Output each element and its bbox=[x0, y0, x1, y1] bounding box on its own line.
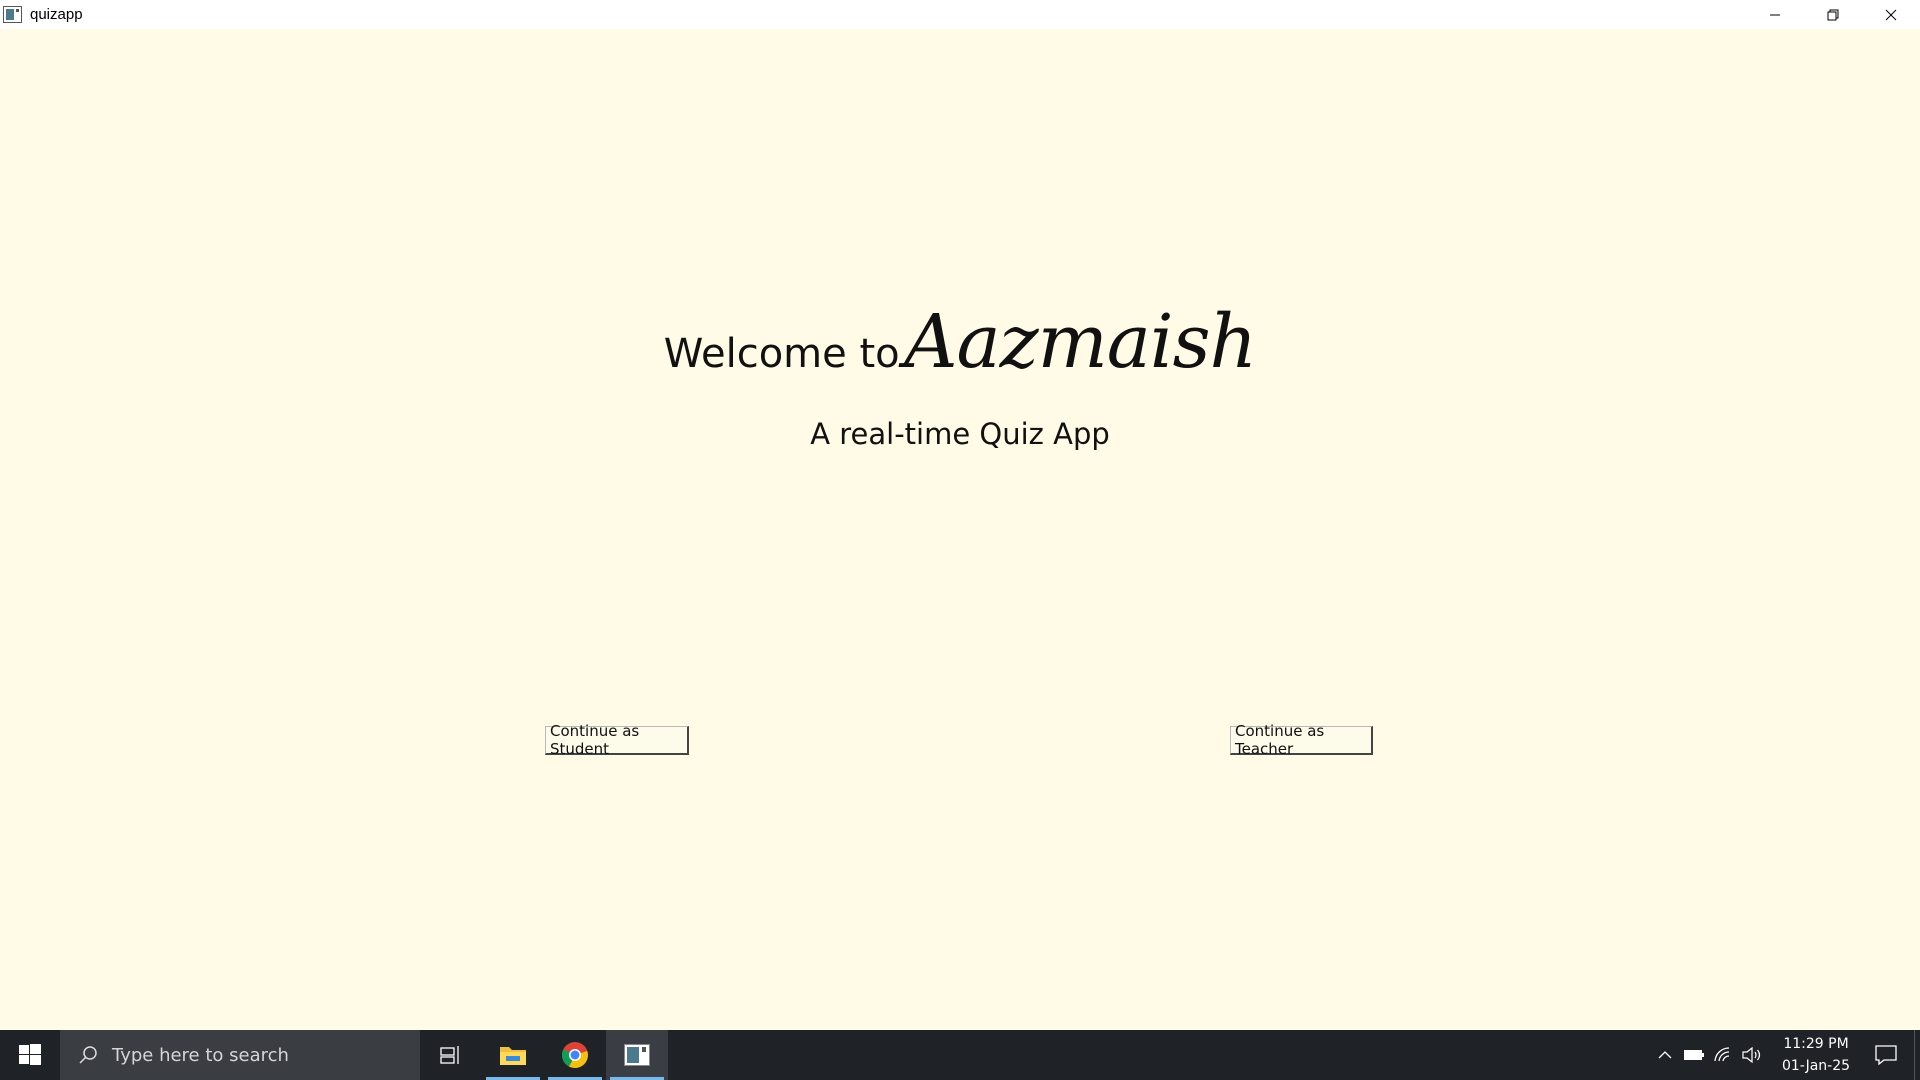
restore-button[interactable] bbox=[1804, 0, 1862, 29]
clock[interactable]: 11:29 PM 01-Jan-25 bbox=[1774, 1033, 1858, 1077]
start-button[interactable] bbox=[0, 1030, 60, 1080]
taskbar-file-explorer[interactable] bbox=[482, 1030, 544, 1080]
network-button[interactable] bbox=[1708, 1030, 1737, 1080]
taskbar-search[interactable]: Type here to search bbox=[60, 1030, 420, 1080]
quizapp-icon bbox=[624, 1044, 650, 1066]
restore-icon bbox=[1827, 9, 1839, 20]
volume-icon bbox=[1741, 1047, 1760, 1063]
welcome-prefix: Welcome to bbox=[663, 331, 900, 377]
brand-name: Aazmaish bbox=[904, 299, 1257, 385]
volume-button[interactable] bbox=[1737, 1030, 1766, 1080]
window-title: quizapp bbox=[30, 6, 83, 23]
battery-icon bbox=[1683, 1050, 1704, 1060]
wifi-icon bbox=[1713, 1047, 1729, 1062]
chevron-up-icon bbox=[1658, 1051, 1671, 1059]
close-button[interactable] bbox=[1862, 0, 1920, 29]
close-icon bbox=[1885, 9, 1897, 20]
search-placeholder: Type here to search bbox=[112, 1044, 289, 1066]
taskbar-quizapp[interactable] bbox=[606, 1030, 668, 1080]
notification-icon bbox=[1875, 1045, 1897, 1065]
show-hidden-icons-button[interactable] bbox=[1650, 1030, 1679, 1080]
show-desktop-button[interactable] bbox=[1914, 1030, 1920, 1080]
clock-date: 01-Jan-25 bbox=[1781, 1058, 1851, 1074]
file-explorer-icon bbox=[500, 1047, 526, 1065]
chrome-icon bbox=[561, 1042, 588, 1069]
subtitle: A real-time Quiz App bbox=[810, 417, 1110, 451]
taskbar-chrome[interactable] bbox=[544, 1030, 606, 1080]
task-view-button[interactable] bbox=[420, 1030, 482, 1080]
clock-time: 11:29 PM bbox=[1783, 1036, 1849, 1052]
system-tray: 11:29 PM 01-Jan-25 bbox=[1650, 1030, 1920, 1080]
continue-as-teacher-button[interactable]: Continue as Teacher bbox=[1230, 722, 1373, 758]
continue-as-student-button[interactable]: Continue as Student bbox=[545, 722, 689, 758]
minimize-button[interactable] bbox=[1746, 0, 1804, 29]
search-icon bbox=[79, 1046, 97, 1064]
welcome-heading: Welcome to Aazmaish bbox=[0, 299, 1920, 385]
title-bar: quizapp bbox=[0, 0, 1920, 29]
battery-button[interactable] bbox=[1679, 1030, 1708, 1080]
main-content: Welcome to Aazmaish A real-time Quiz App… bbox=[0, 29, 1920, 1030]
app-icon bbox=[3, 6, 22, 23]
task-view-icon bbox=[440, 1046, 459, 1064]
taskbar: Type here to search 11:29 PM 01-Jan-25 bbox=[0, 1030, 1920, 1080]
minimize-icon bbox=[1770, 14, 1780, 15]
windows-logo-icon bbox=[19, 1044, 41, 1065]
action-center-button[interactable] bbox=[1858, 1030, 1914, 1080]
